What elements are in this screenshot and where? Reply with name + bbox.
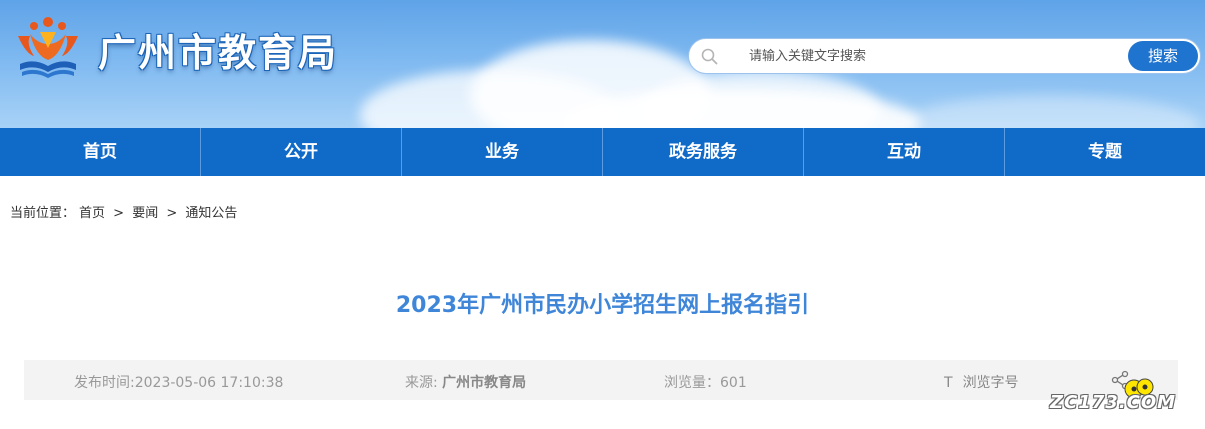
nav-item-government-services[interactable]: 政务服务 bbox=[603, 128, 804, 176]
site-header: 广州市教育局 搜索 bbox=[0, 0, 1205, 128]
watermark: ZC173.COM bbox=[1050, 376, 1200, 422]
font-size-control[interactable]: T 浏览字号 bbox=[944, 372, 1019, 392]
article-meta-bar: 发布时间:2023-05-06 17:10:38 来源: 广州市教育局 浏览量：… bbox=[24, 360, 1178, 400]
article-source: 来源: 广州市教育局 bbox=[405, 372, 526, 392]
nav-item-interaction[interactable]: 互动 bbox=[804, 128, 1005, 176]
breadcrumb-item-notices[interactable]: 通知公告 bbox=[185, 206, 237, 221]
breadcrumb-separator: > bbox=[166, 206, 178, 221]
watermark-text: ZC173.COM bbox=[1050, 392, 1177, 413]
breadcrumb: 当前位置： 首页 > 要闻 > 通知公告 bbox=[10, 202, 241, 221]
search-button[interactable]: 搜索 bbox=[1128, 41, 1198, 71]
font-size-label[interactable]: 浏览字号 bbox=[963, 375, 1019, 391]
site-title[interactable]: 广州市教育局 bbox=[98, 22, 338, 77]
search-input[interactable] bbox=[749, 41, 1129, 71]
breadcrumb-prefix: 当前位置： bbox=[10, 206, 76, 221]
breadcrumb-item-home[interactable]: 首页 bbox=[79, 206, 105, 221]
view-count: 浏览量：601 bbox=[664, 375, 747, 391]
source-value: 广州市教育局 bbox=[442, 375, 527, 391]
education-bureau-logo-icon[interactable] bbox=[12, 14, 84, 84]
publish-time: 发布时间:2023-05-06 17:10:38 bbox=[74, 375, 284, 391]
cloud-decoration bbox=[900, 95, 1200, 128]
search-icon bbox=[701, 48, 718, 65]
article-title: 2023年广州市民办小学招生网上报名指引 bbox=[395, 293, 810, 318]
search-bar: 搜索 bbox=[688, 38, 1201, 74]
nav-item-business[interactable]: 业务 bbox=[402, 128, 603, 176]
nav-item-public[interactable]: 公开 bbox=[201, 128, 402, 176]
breadcrumb-separator: > bbox=[113, 206, 125, 221]
nav-item-topics[interactable]: 专题 bbox=[1005, 128, 1205, 176]
main-nav: 首页 公开 业务 政务服务 互动 专题 bbox=[0, 128, 1205, 176]
font-size-icon: T bbox=[944, 375, 953, 391]
nav-item-home[interactable]: 首页 bbox=[0, 128, 201, 176]
breadcrumb-item-news[interactable]: 要闻 bbox=[132, 206, 158, 221]
source-label: 来源: bbox=[405, 375, 438, 391]
